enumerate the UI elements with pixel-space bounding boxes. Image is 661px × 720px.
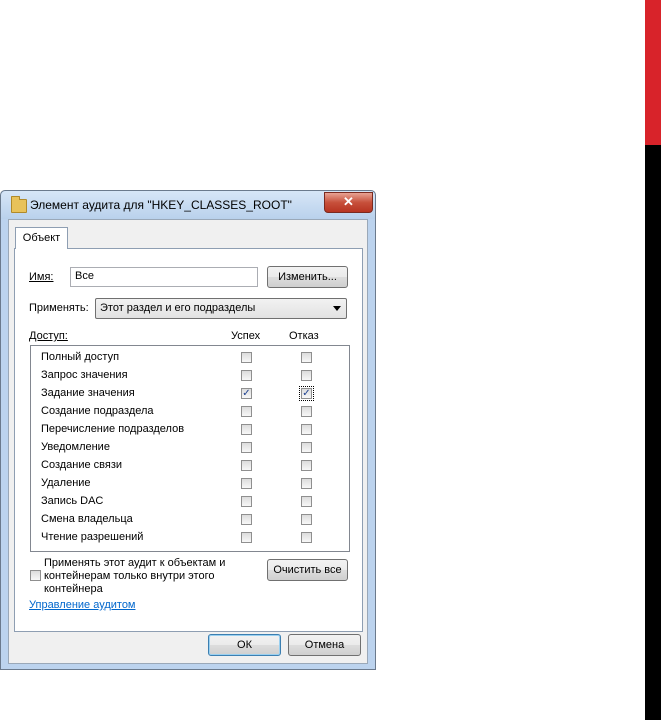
permission-name: Чтение разрешений xyxy=(41,531,144,543)
success-checkbox[interactable] xyxy=(241,370,252,381)
permission-name: Задание значения xyxy=(41,387,135,399)
success-checkbox[interactable] xyxy=(241,424,252,435)
list-item: Создание связи xyxy=(31,457,349,475)
inherit-checkbox[interactable] xyxy=(30,570,41,581)
failure-checkbox[interactable] xyxy=(301,352,312,363)
success-checkbox[interactable] xyxy=(241,442,252,453)
failure-checkbox[interactable] xyxy=(301,532,312,543)
inherit-label-line2: контейнерам только внутри этого xyxy=(44,570,215,582)
close-icon: ✕ xyxy=(343,194,354,209)
failure-checkbox[interactable]: ✓ xyxy=(299,386,314,401)
failure-checkbox[interactable] xyxy=(301,424,312,435)
list-item: Полный доступ xyxy=(31,349,349,367)
close-button[interactable]: ✕ xyxy=(324,192,373,213)
name-field[interactable]: Все xyxy=(70,267,258,287)
list-item: Создание подраздела xyxy=(31,403,349,421)
failure-checkbox[interactable] xyxy=(301,514,312,525)
list-item: Смена владельца xyxy=(31,511,349,529)
success-checkbox[interactable]: ✓ xyxy=(241,388,252,399)
name-label: Имя: xyxy=(29,271,53,283)
list-item: Перечисление подразделов xyxy=(31,421,349,439)
permission-name: Уведомление xyxy=(41,441,110,453)
name-label-text: Имя: xyxy=(29,271,54,283)
list-item: Задание значения ✓ ✓ xyxy=(31,385,349,403)
list-item: Уведомление xyxy=(31,439,349,457)
permission-name: Запись DAC xyxy=(41,495,104,507)
inherit-label-line1: Применять этот аудит к объектам и xyxy=(44,557,226,569)
failure-checkbox[interactable] xyxy=(301,370,312,381)
clear-all-button[interactable]: Очистить все xyxy=(267,559,348,581)
permission-name: Смена владельца xyxy=(41,513,133,525)
permission-name: Перечисление подразделов xyxy=(41,423,185,435)
folder-icon xyxy=(11,196,27,213)
red-edge-bar xyxy=(645,0,661,145)
success-checkbox[interactable] xyxy=(241,460,252,471)
failure-checkbox[interactable] xyxy=(301,442,312,453)
list-item: Запись DAC xyxy=(31,493,349,511)
column-success: Успех xyxy=(231,330,261,342)
success-checkbox[interactable] xyxy=(241,406,252,417)
success-checkbox[interactable] xyxy=(241,478,252,489)
dialog-title: Элемент аудита для "HKEY_CLASSES_ROOT" xyxy=(30,198,292,212)
success-checkbox[interactable] xyxy=(241,532,252,543)
title-bar[interactable]: Элемент аудита для "HKEY_CLASSES_ROOT" ✕ xyxy=(1,191,375,219)
apply-select-value: Этот раздел и его подразделы xyxy=(100,302,256,314)
failure-checkbox[interactable] xyxy=(301,478,312,489)
change-button[interactable]: Изменить... xyxy=(267,266,348,288)
list-item: Чтение разрешений xyxy=(31,529,349,547)
tab-object[interactable]: Объект xyxy=(15,227,68,249)
failure-checkbox[interactable] xyxy=(301,496,312,507)
ok-button[interactable]: ОК xyxy=(208,634,281,656)
success-checkbox[interactable] xyxy=(241,514,252,525)
column-failure: Отказ xyxy=(289,330,319,342)
access-list[interactable]: Полный доступ Запрос значения Задание зн… xyxy=(30,345,350,552)
apply-label: Применять: xyxy=(29,302,89,314)
apply-select[interactable]: Этот раздел и его подразделы xyxy=(95,298,347,319)
list-item: Запрос значения xyxy=(31,367,349,385)
manage-audit-link[interactable]: Управление аудитом xyxy=(29,599,136,611)
black-edge-bar xyxy=(645,145,661,720)
list-item: Удаление xyxy=(31,475,349,493)
access-label: Доступ: xyxy=(29,330,68,342)
permission-name: Создание связи xyxy=(41,459,123,471)
cancel-button[interactable]: Отмена xyxy=(288,634,361,656)
permission-name: Полный доступ xyxy=(41,351,120,363)
success-checkbox[interactable] xyxy=(241,496,252,507)
failure-checkbox[interactable] xyxy=(301,406,312,417)
inherit-label-line3: контейнера xyxy=(44,583,103,595)
chevron-down-icon xyxy=(333,306,341,311)
permission-name: Удаление xyxy=(41,477,91,489)
permission-name: Запрос значения xyxy=(41,369,128,381)
success-checkbox[interactable] xyxy=(241,352,252,363)
permission-name: Создание подраздела xyxy=(41,405,154,417)
failure-checkbox[interactable] xyxy=(301,460,312,471)
